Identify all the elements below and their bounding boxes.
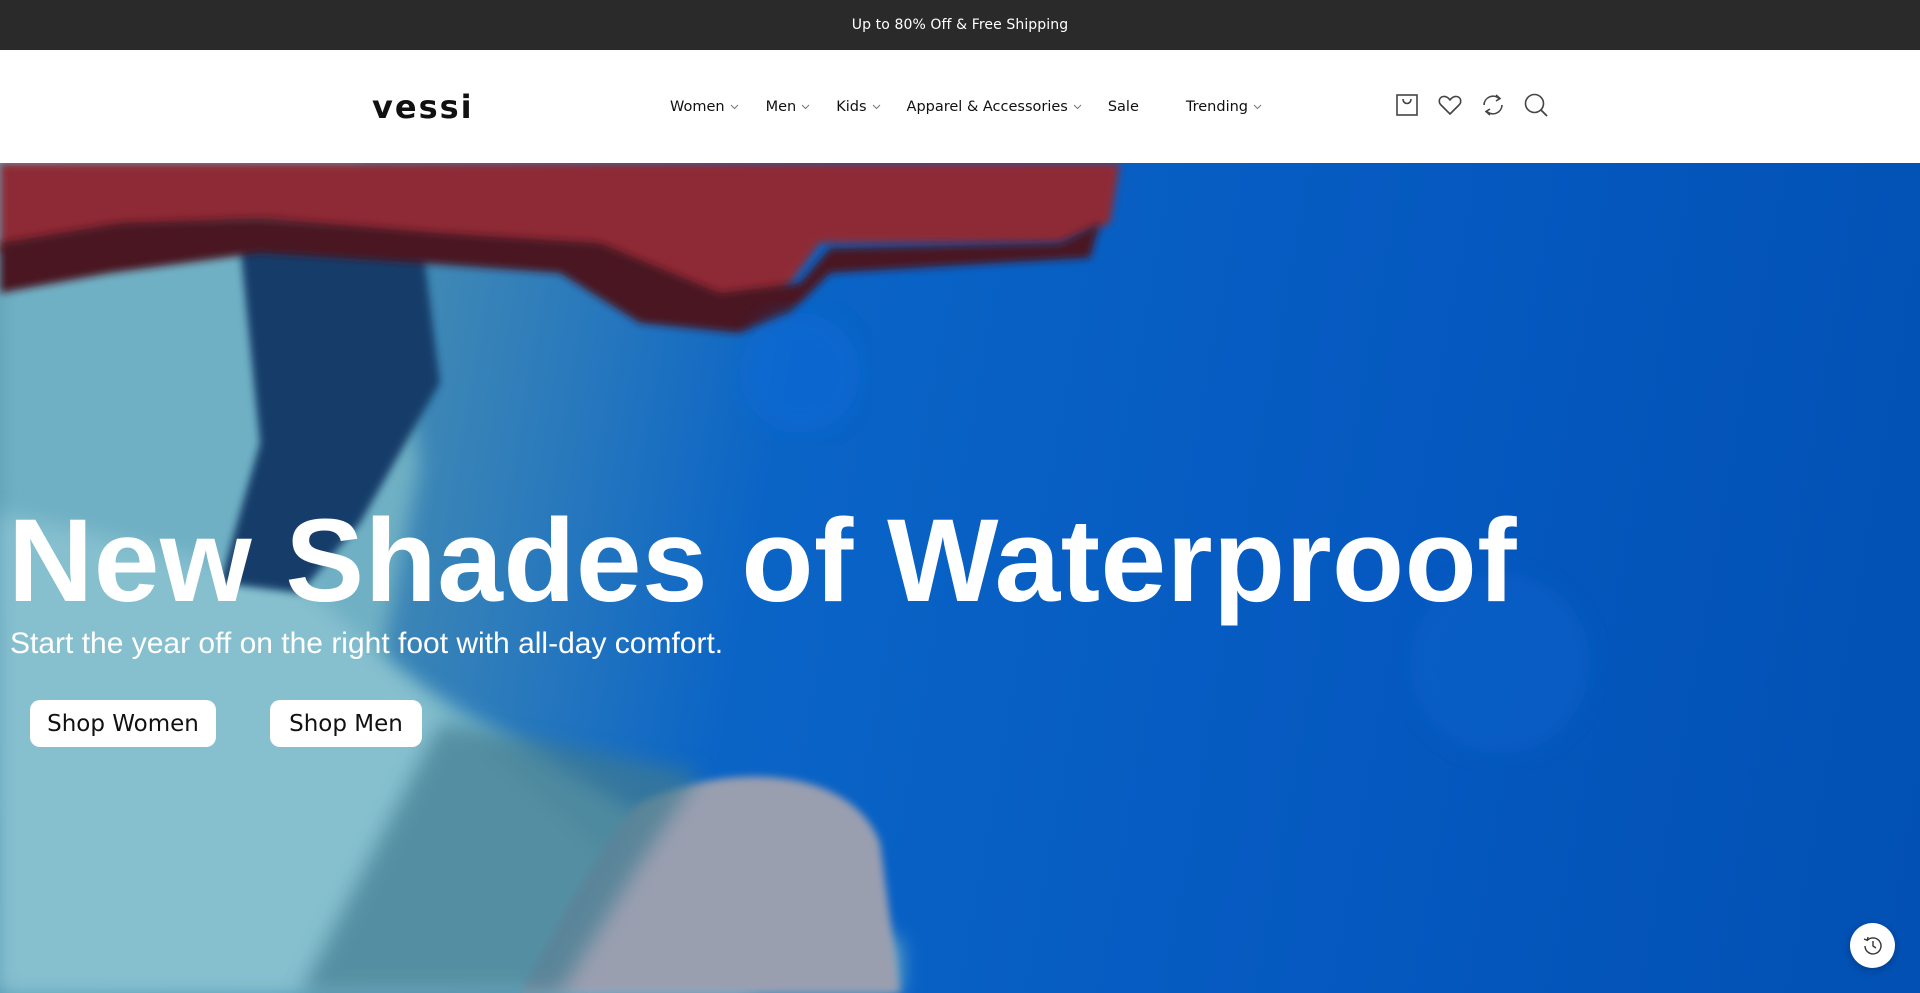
chevron-down-icon [1253,104,1262,109]
site-header: vessi Women Men Kids Apparel & Accessori… [0,50,1920,163]
nav-label: Trending [1185,98,1248,115]
search-icon [1524,93,1548,117]
hero-subtitle: Start the year off on the right foot wit… [10,627,724,660]
nav-item-kids[interactable]: Kids [836,99,880,115]
nav-label: Men [765,98,797,115]
heart-icon [1438,95,1462,115]
hero-title: New Shades of Waterproof [8,495,1518,627]
recently-viewed-button[interactable] [1850,923,1895,968]
nav-item-men[interactable]: Men [766,99,811,115]
announcement-text: Up to 80% Off & Free Shipping [851,17,1069,33]
nav-label: Kids [836,98,867,115]
refresh-icon [1483,94,1503,116]
main-nav: Women Men Kids Apparel & Accessories Sal… [670,50,1262,163]
history-clock-icon [1863,936,1882,955]
search-button[interactable] [1523,92,1549,118]
cart-icon [1396,94,1418,116]
chevron-down-icon [730,104,738,109]
nav-item-trending[interactable]: Trending [1186,99,1262,115]
header-icons [1394,92,1549,118]
hero-banner: New Shades of Waterproof Start the year … [0,163,1920,993]
nav-item-women[interactable]: Women [670,99,739,115]
nav-label: Sale [1107,98,1139,115]
nav-item-apparel-accessories[interactable]: Apparel & Accessories [907,99,1082,115]
shop-women-button[interactable]: Shop Women [30,700,216,747]
nav-label: Apparel & Accessories [906,98,1068,115]
cart-button[interactable] [1394,92,1420,118]
chevron-down-icon [872,104,880,109]
shop-men-button[interactable]: Shop Men [270,700,422,747]
nav-item-sale[interactable]: Sale [1108,99,1139,115]
chevron-down-icon [1073,104,1082,109]
announcement-bar: Up to 80% Off & Free Shipping [0,0,1920,50]
wishlist-button[interactable] [1437,92,1463,118]
nav-label: Women [670,98,725,115]
svg-text:vessi: vessi [372,90,474,124]
chevron-down-icon [801,104,810,109]
vessi-logo[interactable]: vessi [372,90,477,124]
compare-button[interactable] [1480,92,1506,118]
